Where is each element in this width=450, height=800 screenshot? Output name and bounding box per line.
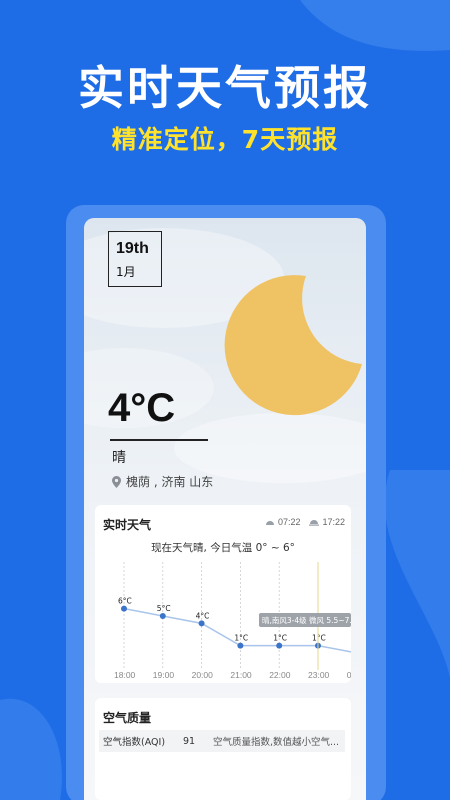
- time-label: 23:00: [308, 670, 330, 680]
- current-condition: 晴: [112, 450, 126, 466]
- realtime-weather-card: 实时天气 07:22 17:22 现在天气晴, 今日气温 0° ~ 6° 6°C…: [95, 505, 351, 683]
- sun-times: 07:22 17:22: [265, 517, 345, 527]
- date-day: 19th: [116, 240, 149, 257]
- sunset-icon: [309, 520, 320, 526]
- aqi-value: 91: [183, 735, 196, 747]
- temperature-label: 1°C: [312, 634, 326, 643]
- weather-summary: 现在天气晴, 今日气温 0° ~ 6°: [151, 542, 295, 554]
- temperature-point[interactable]: [159, 613, 166, 619]
- date-box: 19th 1月: [108, 231, 162, 287]
- location-pin-icon: [112, 475, 121, 488]
- air-quality-card: 空气质量 空气指数(AQI) 91 空气质量指数,数值越小空气...: [95, 698, 351, 800]
- current-temperature: 4°C: [108, 386, 176, 430]
- date-month: 1月: [116, 265, 136, 279]
- temperature-label: 1°C: [234, 634, 248, 643]
- time-label: 21:00: [230, 670, 252, 680]
- sunset-time: 17:22: [322, 517, 345, 527]
- realtime-card-title: 实时天气: [103, 518, 152, 532]
- time-label: 20:00: [192, 670, 214, 680]
- divider: [110, 439, 208, 441]
- aqi-row[interactable]: 空气指数(AQI) 91 空气质量指数,数值越小空气...: [99, 730, 345, 752]
- temperature-point[interactable]: [121, 605, 127, 612]
- air-card-title: 空气质量: [103, 711, 152, 725]
- location[interactable]: 槐荫 , 济南 山东: [112, 473, 213, 490]
- sunrise-time: 07:22: [277, 517, 301, 527]
- time-label: 22:00: [269, 670, 291, 680]
- temperature-point[interactable]: [198, 620, 205, 627]
- time-label: 00: [347, 670, 351, 680]
- hourly-temperature-chart[interactable]: 6°C5°C4°C1°C1°C1°C0 晴,南风3-4级 微风 5.5~7. 1…: [95, 560, 351, 683]
- aqi-label: 空气指数(AQI): [103, 737, 166, 748]
- location-text: 槐荫 , 济南 山东: [126, 475, 214, 489]
- temperature-label: 6°C: [118, 597, 132, 606]
- temperature-label: 4°C: [196, 611, 210, 620]
- moon-icon: [224, 275, 362, 416]
- sunrise-icon: [265, 521, 274, 525]
- tooltip-text: 晴,南风3-4级 微风 5.5~7.: [262, 615, 351, 625]
- tooltip: 晴,南风3-4级 微风 5.5~7.: [259, 613, 351, 627]
- time-label: 19:00: [153, 670, 175, 680]
- temperature-point[interactable]: [276, 642, 283, 649]
- subline: 精准定位，7天预报: [111, 125, 339, 154]
- weather-screen: 19th 1月 4°C 晴 槐荫 , 济南 山东 实时天气 07:22 17:2…: [84, 218, 366, 800]
- temperature-label: 1°C: [273, 634, 287, 643]
- aqi-description: 空气质量指数,数值越小空气...: [213, 737, 340, 748]
- temperature-point[interactable]: [237, 642, 244, 649]
- time-label: 18:00: [114, 670, 136, 680]
- headline: 实时天气预报: [78, 61, 372, 115]
- temperature-label: 5°C: [157, 604, 171, 613]
